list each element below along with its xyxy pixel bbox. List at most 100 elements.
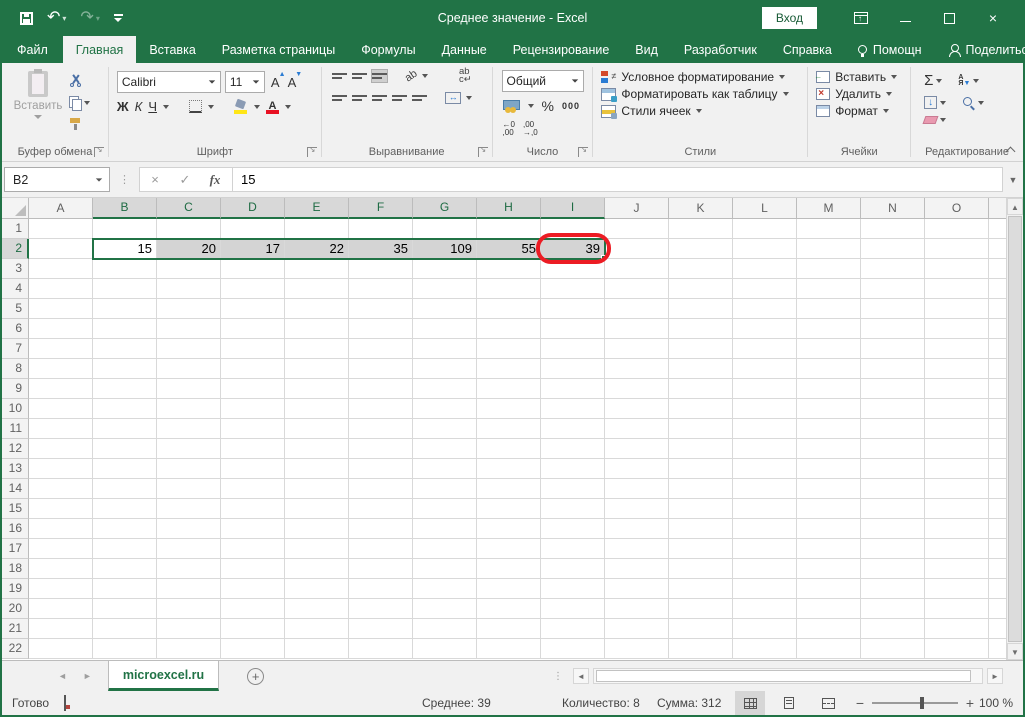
cell-O18[interactable]: [925, 559, 989, 579]
increase-decimal-icon[interactable]: ←0,00: [503, 121, 515, 137]
cell-G19[interactable]: [413, 579, 477, 599]
cell-G7[interactable]: [413, 339, 477, 359]
row-header-20[interactable]: 20: [2, 599, 29, 619]
sort-filter-button[interactable]: АЯ▼: [955, 74, 982, 88]
cell-N10[interactable]: [861, 399, 925, 419]
tab-файл[interactable]: Файл: [2, 36, 63, 63]
cell-A10[interactable]: [29, 399, 93, 419]
cell-N20[interactable]: [861, 599, 925, 619]
cell-F9[interactable]: [349, 379, 413, 399]
row-header-6[interactable]: 6: [2, 319, 29, 339]
cell-B7[interactable]: [93, 339, 157, 359]
cell-F19[interactable]: [349, 579, 413, 599]
cell-D22[interactable]: [221, 639, 285, 659]
cell-B16[interactable]: [93, 519, 157, 539]
cell-J8[interactable]: [605, 359, 669, 379]
cell-E21[interactable]: [285, 619, 349, 639]
column-header-M[interactable]: M: [797, 198, 861, 219]
increase-indent-button[interactable]: [412, 92, 427, 104]
cell-J5[interactable]: [605, 299, 669, 319]
cell-F2[interactable]: 35: [349, 239, 413, 259]
row-header-16[interactable]: 16: [2, 519, 29, 539]
cell-L14[interactable]: [733, 479, 797, 499]
cell-J21[interactable]: [605, 619, 669, 639]
cell-K21[interactable]: [669, 619, 733, 639]
tab-разработчик[interactable]: Разработчик: [671, 36, 770, 63]
normal-view-icon[interactable]: [735, 691, 765, 715]
cell-N7[interactable]: [861, 339, 925, 359]
cell-N14[interactable]: [861, 479, 925, 499]
cell-H6[interactable]: [477, 319, 541, 339]
cell-K1[interactable]: [669, 219, 733, 239]
cell-F3[interactable]: [349, 259, 413, 279]
cell-B20[interactable]: [93, 599, 157, 619]
cell-O8[interactable]: [925, 359, 989, 379]
cell-I5[interactable]: [541, 299, 605, 319]
cell-styles-button[interactable]: Стили ячеек: [601, 104, 807, 118]
find-select-button[interactable]: [959, 95, 987, 110]
cell-B11[interactable]: [93, 419, 157, 439]
horizontal-scroll-thumb[interactable]: [596, 670, 971, 682]
cell-H11[interactable]: [477, 419, 541, 439]
cell-M9[interactable]: [797, 379, 861, 399]
cell-O19[interactable]: [925, 579, 989, 599]
cell-I22[interactable]: [541, 639, 605, 659]
cell-H19[interactable]: [477, 579, 541, 599]
shrink-font-button[interactable]: А▼: [286, 75, 299, 90]
cell-J18[interactable]: [605, 559, 669, 579]
cell-K22[interactable]: [669, 639, 733, 659]
cell-E17[interactable]: [285, 539, 349, 559]
cell-H2[interactable]: 55: [477, 239, 541, 259]
tab-помощн[interactable]: Помощн: [845, 36, 935, 63]
cell-H4[interactable]: [477, 279, 541, 299]
cell-I19[interactable]: [541, 579, 605, 599]
row-header-15[interactable]: 15: [2, 499, 29, 519]
italic-button[interactable]: К: [135, 99, 143, 114]
comma-style-button[interactable]: 000: [562, 101, 580, 111]
cell-E16[interactable]: [285, 519, 349, 539]
cell-C21[interactable]: [157, 619, 221, 639]
cell-F21[interactable]: [349, 619, 413, 639]
formula-bar-splitter[interactable]: ⋮: [119, 173, 130, 186]
cell-K16[interactable]: [669, 519, 733, 539]
cell-C1[interactable]: [157, 219, 221, 239]
cell-K9[interactable]: [669, 379, 733, 399]
sheet-tab-microexcel[interactable]: microexcel.ru: [108, 661, 219, 691]
ribbon-display-options-icon[interactable]: [839, 0, 883, 36]
cell-B13[interactable]: [93, 459, 157, 479]
cell-J12[interactable]: [605, 439, 669, 459]
cell-C22[interactable]: [157, 639, 221, 659]
cell-O9[interactable]: [925, 379, 989, 399]
cell-K6[interactable]: [669, 319, 733, 339]
cell-F5[interactable]: [349, 299, 413, 319]
cell-J6[interactable]: [605, 319, 669, 339]
cell-D17[interactable]: [221, 539, 285, 559]
cell-I8[interactable]: [541, 359, 605, 379]
cell-O5[interactable]: [925, 299, 989, 319]
cell-C15[interactable]: [157, 499, 221, 519]
cell-H18[interactable]: [477, 559, 541, 579]
cell-K17[interactable]: [669, 539, 733, 559]
cell-G21[interactable]: [413, 619, 477, 639]
delete-cells-button[interactable]: Удалить: [816, 87, 910, 101]
cell-H16[interactable]: [477, 519, 541, 539]
cell-N1[interactable]: [861, 219, 925, 239]
cell-K20[interactable]: [669, 599, 733, 619]
cell-M12[interactable]: [797, 439, 861, 459]
cell-G18[interactable]: [413, 559, 477, 579]
cell-F7[interactable]: [349, 339, 413, 359]
cell-C12[interactable]: [157, 439, 221, 459]
cell-C10[interactable]: [157, 399, 221, 419]
scroll-right-icon[interactable]: ►: [987, 668, 1003, 684]
cell-A2[interactable]: [29, 239, 93, 259]
cell-D15[interactable]: [221, 499, 285, 519]
cell-C9[interactable]: [157, 379, 221, 399]
cell-I1[interactable]: [541, 219, 605, 239]
cell-M22[interactable]: [797, 639, 861, 659]
cell-M15[interactable]: [797, 499, 861, 519]
cell-J22[interactable]: [605, 639, 669, 659]
cell-N19[interactable]: [861, 579, 925, 599]
cell-L21[interactable]: [733, 619, 797, 639]
zoom-out-icon[interactable]: −: [854, 695, 866, 711]
accounting-format-icon[interactable]: [503, 100, 520, 113]
